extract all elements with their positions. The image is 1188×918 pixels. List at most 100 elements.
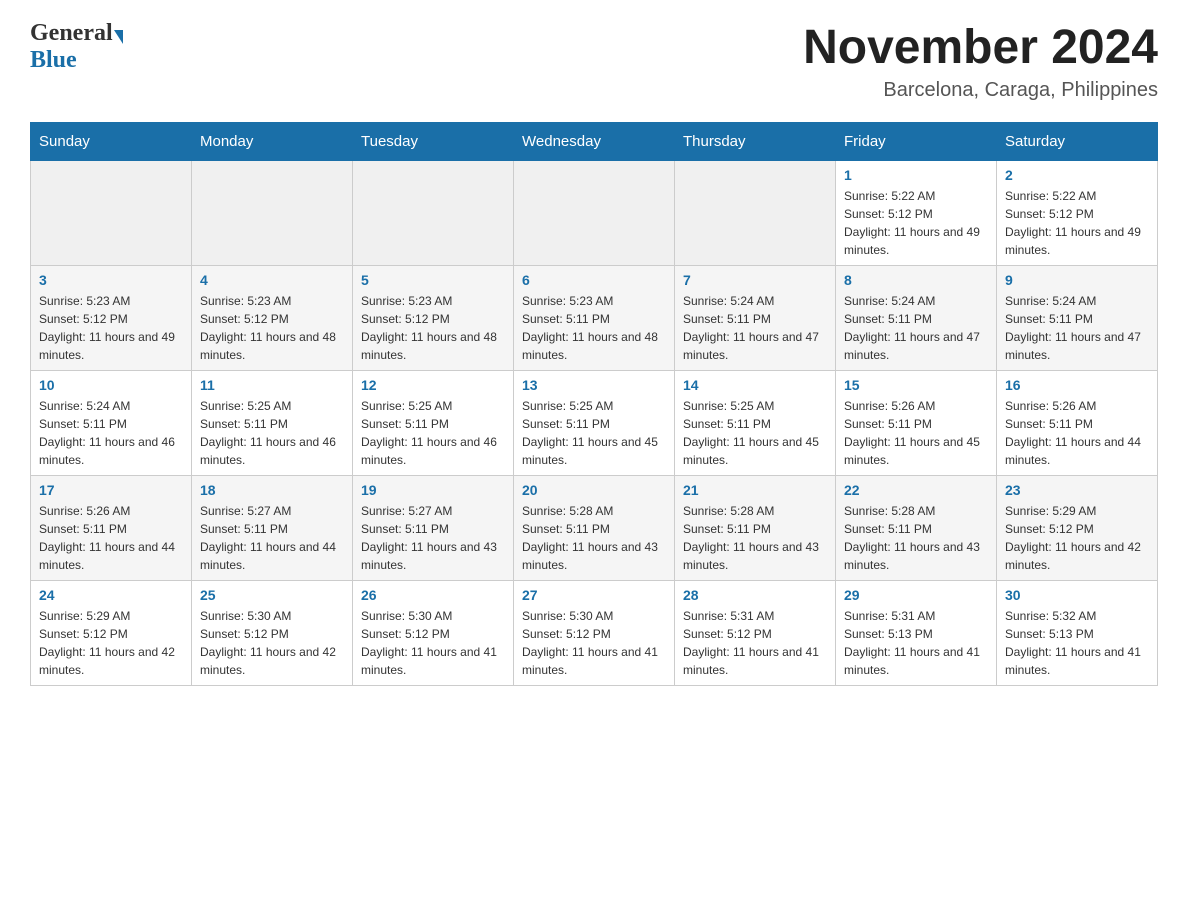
day-info: Sunrise: 5:24 AM Sunset: 5:11 PM Dayligh… xyxy=(683,292,827,364)
day-number: 3 xyxy=(39,272,183,288)
calendar-day-cell: 18 Sunrise: 5:27 AM Sunset: 5:11 PM Dayli… xyxy=(192,476,353,581)
calendar-day-cell: 13 Sunrise: 5:25 AM Sunset: 5:11 PM Dayli… xyxy=(514,371,675,476)
calendar-week-row: 1Sunrise: 5:22 AM Sunset: 5:12 PM Daylig… xyxy=(31,161,1158,266)
day-info: Sunrise: 5:28 AM Sunset: 5:11 PM Dayligh… xyxy=(683,502,827,574)
day-info: Sunrise: 5:28 AM Sunset: 5:11 PM Dayligh… xyxy=(522,502,666,574)
title-block: November 2024 Barcelona, Caraga, Philipp… xyxy=(803,20,1158,102)
day-info: Sunrise: 5:29 AM Sunset: 5:12 PM Dayligh… xyxy=(39,607,183,679)
day-info: Sunrise: 5:23 AM Sunset: 5:11 PM Dayligh… xyxy=(522,292,666,364)
day-info: Sunrise: 5:23 AM Sunset: 5:12 PM Dayligh… xyxy=(200,292,344,364)
calendar-day-cell: 1Sunrise: 5:22 AM Sunset: 5:12 PM Daylig… xyxy=(836,161,997,266)
day-info: Sunrise: 5:24 AM Sunset: 5:11 PM Dayligh… xyxy=(844,292,988,364)
day-number: 27 xyxy=(522,587,666,603)
day-info: Sunrise: 5:27 AM Sunset: 5:11 PM Dayligh… xyxy=(361,502,505,574)
weekday-header-thursday: Thursday xyxy=(675,123,836,161)
calendar-day-cell: 7Sunrise: 5:24 AM Sunset: 5:11 PM Daylig… xyxy=(675,266,836,371)
calendar-day-cell: 29Sunrise: 5:31 AM Sunset: 5:13 PM Dayli… xyxy=(836,581,997,686)
logo-blue-text: Blue xyxy=(30,47,77,73)
day-number: 28 xyxy=(683,587,827,603)
calendar-day-cell: 16 Sunrise: 5:26 AM Sunset: 5:11 PM Dayli… xyxy=(997,371,1158,476)
day-number: 4 xyxy=(200,272,344,288)
calendar-day-cell: 14Sunrise: 5:25 AM Sunset: 5:11 PM Dayli… xyxy=(675,371,836,476)
day-number: 18 xyxy=(200,482,344,498)
day-number: 2 xyxy=(1005,167,1149,183)
day-info: Sunrise: 5:25 AM Sunset: 5:11 PM Dayligh… xyxy=(361,397,505,469)
day-info: Sunrise: 5:30 AM Sunset: 5:12 PM Dayligh… xyxy=(200,607,344,679)
calendar-day-cell: 3 Sunrise: 5:23 AM Sunset: 5:12 PM Daylig… xyxy=(31,266,192,371)
day-info: Sunrise: 5:25 AM Sunset: 5:11 PM Dayligh… xyxy=(200,397,344,469)
calendar-day-cell: 25 Sunrise: 5:30 AM Sunset: 5:12 PM Dayli… xyxy=(192,581,353,686)
weekday-header-sunday: Sunday xyxy=(31,123,192,161)
calendar-day-cell: 10Sunrise: 5:24 AM Sunset: 5:11 PM Dayli… xyxy=(31,371,192,476)
day-number: 8 xyxy=(844,272,988,288)
day-info: Sunrise: 5:27 AM Sunset: 5:11 PM Dayligh… xyxy=(200,502,344,574)
calendar-day-cell: 17Sunrise: 5:26 AM Sunset: 5:11 PM Dayli… xyxy=(31,476,192,581)
day-info: Sunrise: 5:28 AM Sunset: 5:11 PM Dayligh… xyxy=(844,502,988,574)
day-number: 6 xyxy=(522,272,666,288)
calendar-day-cell: 28 Sunrise: 5:31 AM Sunset: 5:12 PM Dayli… xyxy=(675,581,836,686)
calendar-day-cell: 9 Sunrise: 5:24 AM Sunset: 5:11 PM Daylig… xyxy=(997,266,1158,371)
day-number: 21 xyxy=(683,482,827,498)
day-info: Sunrise: 5:31 AM Sunset: 5:12 PM Dayligh… xyxy=(683,607,827,679)
day-number: 12 xyxy=(361,377,505,393)
weekday-header-saturday: Saturday xyxy=(997,123,1158,161)
day-number: 25 xyxy=(200,587,344,603)
day-info: Sunrise: 5:22 AM Sunset: 5:12 PM Dayligh… xyxy=(1005,187,1149,259)
weekday-header-tuesday: Tuesday xyxy=(353,123,514,161)
day-number: 15 xyxy=(844,377,988,393)
day-info: Sunrise: 5:26 AM Sunset: 5:11 PM Dayligh… xyxy=(844,397,988,469)
day-info: Sunrise: 5:25 AM Sunset: 5:11 PM Dayligh… xyxy=(683,397,827,469)
day-info: Sunrise: 5:23 AM Sunset: 5:12 PM Dayligh… xyxy=(361,292,505,364)
weekday-header-row: SundayMondayTuesdayWednesdayThursdayFrid… xyxy=(31,123,1158,161)
calendar-week-row: 10Sunrise: 5:24 AM Sunset: 5:11 PM Dayli… xyxy=(31,371,1158,476)
calendar-table: SundayMondayTuesdayWednesdayThursdayFrid… xyxy=(30,122,1158,686)
calendar-day-cell: 24 Sunrise: 5:29 AM Sunset: 5:12 PM Dayli… xyxy=(31,581,192,686)
calendar-day-cell xyxy=(192,161,353,266)
calendar-day-cell: 5Sunrise: 5:23 AM Sunset: 5:12 PM Daylig… xyxy=(353,266,514,371)
month-year-title: November 2024 xyxy=(803,20,1158,75)
day-number: 24 xyxy=(39,587,183,603)
calendar-day-cell xyxy=(31,161,192,266)
day-info: Sunrise: 5:23 AM Sunset: 5:12 PM Dayligh… xyxy=(39,292,183,364)
calendar-week-row: 17Sunrise: 5:26 AM Sunset: 5:11 PM Dayli… xyxy=(31,476,1158,581)
calendar-day-cell: 22 Sunrise: 5:28 AM Sunset: 5:11 PM Dayli… xyxy=(836,476,997,581)
day-info: Sunrise: 5:30 AM Sunset: 5:12 PM Dayligh… xyxy=(522,607,666,679)
day-info: Sunrise: 5:24 AM Sunset: 5:11 PM Dayligh… xyxy=(1005,292,1149,364)
day-info: Sunrise: 5:22 AM Sunset: 5:12 PM Dayligh… xyxy=(844,187,988,259)
calendar-day-cell: 30 Sunrise: 5:32 AM Sunset: 5:13 PM Dayli… xyxy=(997,581,1158,686)
calendar-day-cell: 26Sunrise: 5:30 AM Sunset: 5:12 PM Dayli… xyxy=(353,581,514,686)
calendar-day-cell: 23 Sunrise: 5:29 AM Sunset: 5:12 PM Dayli… xyxy=(997,476,1158,581)
day-info: Sunrise: 5:29 AM Sunset: 5:12 PM Dayligh… xyxy=(1005,502,1149,574)
day-info: Sunrise: 5:25 AM Sunset: 5:11 PM Dayligh… xyxy=(522,397,666,469)
calendar-day-cell: 8 Sunrise: 5:24 AM Sunset: 5:11 PM Daylig… xyxy=(836,266,997,371)
calendar-day-cell: 11Sunrise: 5:25 AM Sunset: 5:11 PM Dayli… xyxy=(192,371,353,476)
day-number: 22 xyxy=(844,482,988,498)
calendar-day-cell xyxy=(514,161,675,266)
day-info: Sunrise: 5:26 AM Sunset: 5:11 PM Dayligh… xyxy=(1005,397,1149,469)
calendar-day-cell: 4 Sunrise: 5:23 AM Sunset: 5:12 PM Daylig… xyxy=(192,266,353,371)
location-subtitle: Barcelona, Caraga, Philippines xyxy=(803,79,1158,102)
weekday-header-friday: Friday xyxy=(836,123,997,161)
logo-general-text: General xyxy=(30,20,113,47)
logo-arrow-icon xyxy=(114,30,123,44)
weekday-header-monday: Monday xyxy=(192,123,353,161)
weekday-header-wednesday: Wednesday xyxy=(514,123,675,161)
calendar-week-row: 3 Sunrise: 5:23 AM Sunset: 5:12 PM Daylig… xyxy=(31,266,1158,371)
day-number: 19 xyxy=(361,482,505,498)
calendar-day-cell: 21 Sunrise: 5:28 AM Sunset: 5:11 PM Dayli… xyxy=(675,476,836,581)
day-number: 26 xyxy=(361,587,505,603)
calendar-day-cell xyxy=(675,161,836,266)
day-number: 9 xyxy=(1005,272,1149,288)
calendar-day-cell: 20Sunrise: 5:28 AM Sunset: 5:11 PM Dayli… xyxy=(514,476,675,581)
day-number: 16 xyxy=(1005,377,1149,393)
calendar-day-cell xyxy=(353,161,514,266)
logo: General Blue xyxy=(30,20,123,74)
day-info: Sunrise: 5:32 AM Sunset: 5:13 PM Dayligh… xyxy=(1005,607,1149,679)
day-number: 23 xyxy=(1005,482,1149,498)
day-number: 30 xyxy=(1005,587,1149,603)
page-header: General Blue November 2024 Barcelona, Ca… xyxy=(30,20,1158,102)
day-number: 29 xyxy=(844,587,988,603)
day-number: 17 xyxy=(39,482,183,498)
day-number: 13 xyxy=(522,377,666,393)
day-info: Sunrise: 5:24 AM Sunset: 5:11 PM Dayligh… xyxy=(39,397,183,469)
